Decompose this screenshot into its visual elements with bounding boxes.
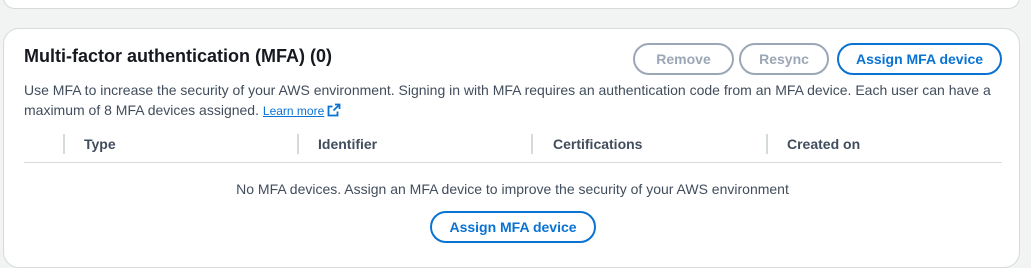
mfa-description-text: Use MFA to increase the security of your… (24, 82, 991, 118)
column-divider[interactable] (531, 134, 533, 154)
previous-section-card (3, 0, 1020, 9)
empty-state-assign-mfa-button[interactable]: Assign MFA device (430, 211, 596, 243)
external-link-icon[interactable] (327, 103, 341, 123)
mfa-description: Use MFA to increase the security of your… (24, 80, 1014, 123)
column-divider[interactable] (297, 134, 299, 154)
column-header-type[interactable]: Type (84, 136, 116, 152)
column-divider (63, 134, 65, 154)
column-header-identifier[interactable]: Identifier (318, 136, 377, 152)
mfa-title: Multi-factor authentication (MFA) (0) (24, 46, 332, 66)
learn-more-link[interactable]: Learn more (263, 103, 341, 118)
assign-mfa-device-button[interactable]: Assign MFA device (837, 43, 1002, 75)
column-header-certifications[interactable]: Certifications (553, 136, 642, 152)
mfa-panel: Multi-factor authentication (MFA) (0) Re… (3, 28, 1020, 268)
resync-button[interactable]: Resync (739, 43, 829, 75)
empty-state-message: No MFA devices. Assign an MFA device to … (236, 181, 789, 197)
remove-button[interactable]: Remove (633, 43, 734, 75)
table-header-divider (24, 162, 1002, 163)
column-header-created-on[interactable]: Created on (787, 136, 860, 152)
learn-more-label[interactable]: Learn more (263, 104, 324, 118)
column-divider[interactable] (766, 134, 768, 154)
